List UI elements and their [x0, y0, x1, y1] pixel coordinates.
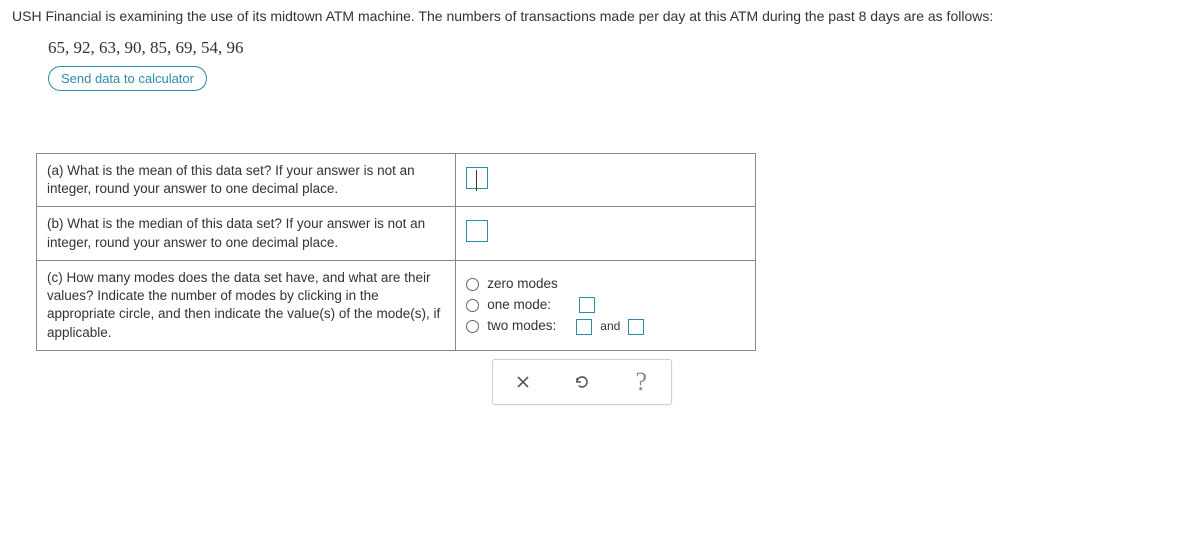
and-label: and [600, 318, 620, 334]
clear-button[interactable] [505, 364, 541, 400]
median-input[interactable] [466, 220, 488, 242]
data-values: 65, 92, 63, 90, 85, 69, 54, 96 [48, 38, 1188, 58]
two-modes-radio[interactable] [466, 320, 479, 333]
answer-toolbar: ? [492, 359, 672, 405]
one-mode-label: one mode: [487, 296, 551, 314]
part-a-answer-cell [456, 154, 756, 207]
two-modes-label: two modes: [487, 317, 556, 335]
text-cursor [476, 170, 477, 191]
part-b-answer-cell [456, 207, 756, 260]
part-c-answer-cell: zero modes one mode: two modes: and [456, 260, 756, 350]
zero-modes-radio[interactable] [466, 278, 479, 291]
undo-icon [573, 373, 591, 391]
two-modes-value2-input[interactable] [628, 319, 644, 335]
question-stem: USH Financial is examining the use of it… [12, 8, 1188, 24]
part-a-prompt: (a) What is the mean of this data set? I… [37, 154, 456, 207]
part-b-prompt: (b) What is the median of this data set?… [37, 207, 456, 260]
zero-modes-label: zero modes [487, 275, 558, 293]
send-to-calculator-button[interactable]: Send data to calculator [48, 66, 207, 91]
x-icon [516, 375, 530, 389]
part-c-prompt: (c) How many modes does the data set hav… [37, 260, 456, 350]
question-mark-icon: ? [636, 369, 648, 395]
mean-input[interactable] [466, 167, 488, 189]
one-mode-value-input[interactable] [579, 297, 595, 313]
reset-button[interactable] [564, 364, 600, 400]
two-modes-value1-input[interactable] [576, 319, 592, 335]
question-parts-table: (a) What is the mean of this data set? I… [36, 153, 756, 351]
one-mode-radio[interactable] [466, 299, 479, 312]
help-button[interactable]: ? [623, 364, 659, 400]
